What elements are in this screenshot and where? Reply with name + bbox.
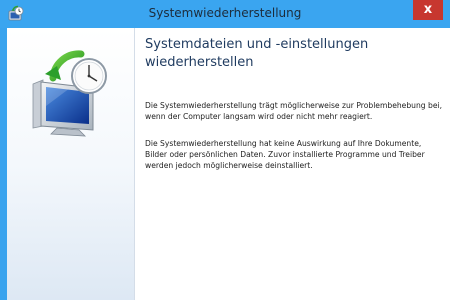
description-paragraph-1: Die Systemwiederherstellung trägt möglic… <box>145 101 443 121</box>
window-title: Systemwiederherstellung <box>148 6 302 20</box>
title-bar[interactable]: Systemwiederherstellung x <box>0 0 450 28</box>
page-heading: Systemdateien und -einstellungen wiederh… <box>145 37 369 70</box>
system-restore-monitor-clock-icon <box>32 50 107 137</box>
left-panel <box>7 28 135 300</box>
close-button[interactable]: x <box>413 0 443 20</box>
system-restore-window: Systemwiederherstellung x Systemdateien … <box>0 0 450 300</box>
description-paragraph-2: Die Systemwiederherstellung hat keine Au… <box>145 139 425 170</box>
right-panel: Systemdateien und -einstellungen wiederh… <box>135 28 450 300</box>
client-area: Systemdateien und -einstellungen wiederh… <box>7 28 450 300</box>
